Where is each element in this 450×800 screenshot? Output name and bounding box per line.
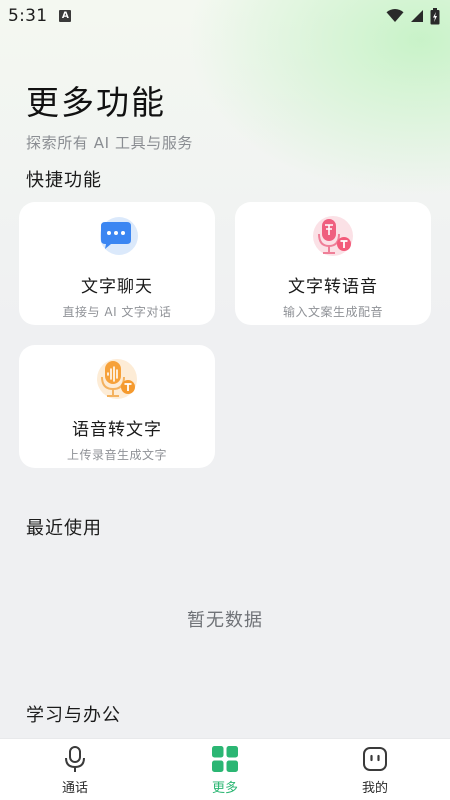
- status-time: 5:31: [8, 6, 48, 26]
- card-description: 上传录音生成文字: [66, 448, 167, 462]
- section-title-study: 学习与办公: [26, 705, 121, 726]
- card-title: 文字转语音: [288, 277, 378, 297]
- status-indicators: [386, 7, 440, 25]
- card-speech-to-text[interactable]: 语音转文字 上传录音生成文字: [19, 345, 215, 468]
- robot-face-icon: [361, 745, 389, 773]
- nav-item-mine[interactable]: 我的: [300, 739, 450, 800]
- page-header: 更多功能 探索所有 AI 工具与服务: [26, 76, 193, 153]
- card-title: 语音转文字: [72, 420, 162, 440]
- pink-microphone-icon: [311, 214, 355, 258]
- battery-icon: [430, 7, 440, 24]
- nav-item-call[interactable]: 通话: [0, 739, 150, 800]
- orange-microphone-icon: [95, 357, 139, 401]
- page-title: 更多功能: [26, 83, 166, 122]
- nav-label: 我的: [361, 781, 388, 796]
- wifi-icon: [386, 9, 404, 22]
- nav-item-more[interactable]: 更多: [150, 739, 300, 800]
- nav-label: 更多: [211, 781, 238, 796]
- signal-icon: [411, 10, 423, 22]
- nav-label: 通话: [61, 781, 88, 796]
- grid-icon: [211, 745, 239, 773]
- microphone-icon: [61, 745, 89, 773]
- card-description: 直接与 AI 文字对话: [62, 305, 172, 319]
- chat-bubble-icon: [95, 214, 139, 258]
- section-title-recent: 最近使用: [26, 518, 102, 539]
- card-text-chat[interactable]: 文字聊天 直接与 AI 文字对话: [19, 202, 215, 325]
- card-description: 输入文案生成配音: [282, 305, 383, 319]
- page-subtitle: 探索所有 AI 工具与服务: [26, 134, 194, 152]
- card-title: 文字聊天: [81, 277, 153, 297]
- section-title-quick: 快捷功能: [26, 170, 102, 191]
- empty-state-text: 暂无数据: [187, 610, 263, 631]
- status-bar: 5:31 A: [0, 0, 450, 32]
- notification-app-icon: A: [59, 10, 72, 22]
- bottom-navigation: 通话 更多 我的: [0, 738, 450, 800]
- card-text-to-speech[interactable]: 文字转语音 输入文案生成配音: [235, 202, 431, 325]
